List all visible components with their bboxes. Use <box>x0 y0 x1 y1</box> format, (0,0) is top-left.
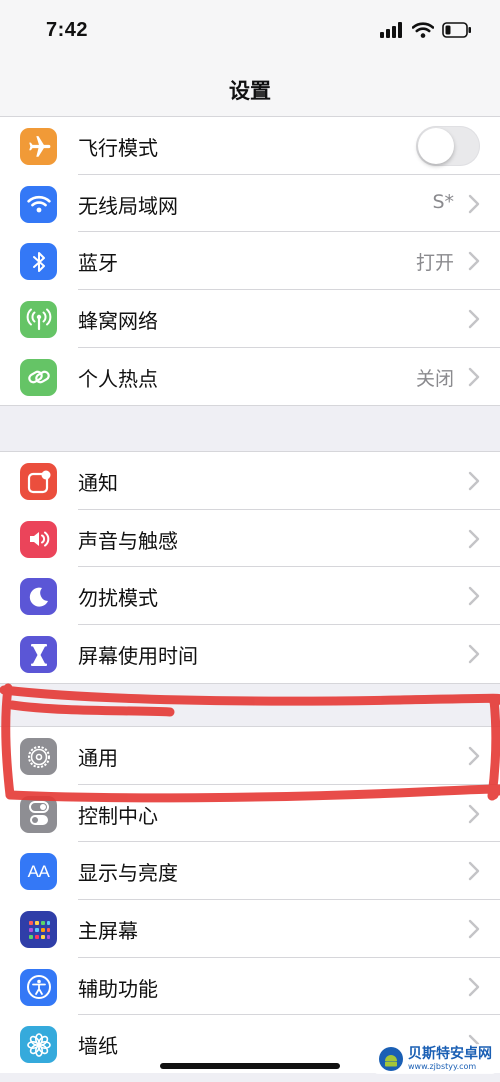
chevron-right-icon <box>468 977 480 996</box>
chevron-right-icon <box>468 862 480 881</box>
hourglass-icon <box>20 636 57 674</box>
settings-row-label: 屏幕使用时间 <box>78 644 198 669</box>
chevron-right-icon <box>468 919 480 939</box>
settings-row-do-not-disturb[interactable]: 勿扰模式 <box>0 567 500 626</box>
cellular-signal-icon <box>380 22 402 38</box>
android-logo-icon <box>379 1047 403 1071</box>
speaker-icon <box>20 520 57 558</box>
battery-low-icon <box>442 22 471 38</box>
settings-row-value: 关闭 <box>415 367 454 390</box>
status-bar: 7:42 <box>0 0 500 62</box>
settings-row-label: 蜂窝网络 <box>78 309 158 334</box>
text-size-icon: AA <box>20 853 57 891</box>
settings-row-screen-time[interactable]: 屏幕使用时间 <box>0 625 500 683</box>
settings-group-general: 通用 控制中心 AA 显示与亮度 主屏幕 辅助功能 墙纸 <box>0 726 500 1074</box>
antenna-icon <box>20 301 57 339</box>
chevron-right-icon <box>468 529 480 548</box>
settings-row-home-screen[interactable]: 主屏幕 <box>0 900 500 958</box>
settings-row-display-brightness[interactable]: AA 显示与亮度 <box>0 842 500 901</box>
settings-row-bluetooth[interactable]: 蓝牙 打开 <box>0 232 500 291</box>
accessibility-icon <box>20 968 57 1006</box>
text-size-icon-label: AA <box>27 861 50 881</box>
chevron-right-icon <box>468 367 480 386</box>
home-indicator <box>160 1063 340 1069</box>
settings-row-general[interactable]: 通用 <box>0 727 500 785</box>
gear-icon <box>20 738 57 775</box>
settings-row-label: 通用 <box>78 746 118 770</box>
settings-row-label: 声音与触感 <box>78 528 178 553</box>
settings-row-label: 飞行模式 <box>78 136 158 160</box>
settings-row-label: 墙纸 <box>78 1034 118 1059</box>
settings-row-personal-hotspot[interactable]: 个人热点 关闭 <box>0 348 500 406</box>
settings-row-notifications[interactable]: 通知 <box>0 452 500 510</box>
chevron-right-icon <box>468 746 480 766</box>
settings-group-connectivity: 飞行模式 无线局域网 S* 蓝牙 打开 蜂窝网络 个人热点 关闭 <box>0 117 500 407</box>
settings-row-sounds-haptics[interactable]: 声音与触感 <box>0 510 500 568</box>
home-grid-icon <box>20 911 57 949</box>
wifi-icon <box>20 185 57 223</box>
settings-row-label: 主屏幕 <box>78 919 138 944</box>
settings-row-label: 显示与亮度 <box>78 861 178 886</box>
settings-row-label: 辅助功能 <box>78 976 158 1001</box>
watermark-logo: 贝斯特安卓网 www.zjbstyy.com <box>374 1044 496 1074</box>
navigation-bar: 设置 <box>0 62 500 117</box>
hotspot-link-icon <box>20 358 57 396</box>
settings-row-label: 个人热点 <box>78 366 158 391</box>
watermark-url: www.zjbstyy.com <box>408 1062 477 1071</box>
settings-row-accessibility[interactable]: 辅助功能 <box>0 958 500 1016</box>
settings-row-label: 勿扰模式 <box>78 586 158 611</box>
settings-row-label: 蓝牙 <box>78 251 118 276</box>
moon-icon <box>20 578 57 616</box>
chevron-right-icon <box>468 194 480 213</box>
page-title: 设置 <box>229 79 271 103</box>
settings-row-value: 打开 <box>415 252 454 275</box>
chevron-right-icon <box>468 471 480 491</box>
flower-icon <box>20 1026 57 1064</box>
chevron-right-icon <box>468 804 480 823</box>
settings-row-label: 无线局域网 <box>78 193 178 218</box>
airplane-icon <box>20 128 57 165</box>
chevron-right-icon <box>468 644 480 664</box>
chevron-right-icon <box>468 309 480 329</box>
switches-icon <box>20 795 57 833</box>
settings-row-control-center[interactable]: 控制中心 <box>0 785 500 843</box>
notification-icon <box>20 463 57 500</box>
chevron-right-icon <box>468 587 480 606</box>
settings-row-cellular[interactable]: 蜂窝网络 <box>0 290 500 348</box>
chevron-right-icon <box>468 252 480 271</box>
settings-row-label: 通知 <box>78 471 118 495</box>
watermark-title: 贝斯特安卓网 <box>408 1046 492 1062</box>
bluetooth-icon <box>20 243 57 281</box>
airplane-mode-toggle[interactable] <box>416 126 480 166</box>
settings-group-notifications: 通知 声音与触感 勿扰模式 屏幕使用时间 <box>0 451 500 684</box>
status-time: 7:42 <box>46 19 89 41</box>
status-icons <box>380 22 472 38</box>
settings-row-wifi[interactable]: 无线局域网 S* <box>0 175 500 233</box>
settings-row-value: S* <box>432 190 454 213</box>
wifi-icon <box>412 22 434 38</box>
watermark-text: 贝斯特安卓网 www.zjbstyy.com <box>408 1046 492 1072</box>
settings-row-airplane-mode[interactable]: 飞行模式 <box>0 117 500 175</box>
toggle-knob <box>418 128 454 164</box>
settings-row-label: 控制中心 <box>78 803 158 828</box>
